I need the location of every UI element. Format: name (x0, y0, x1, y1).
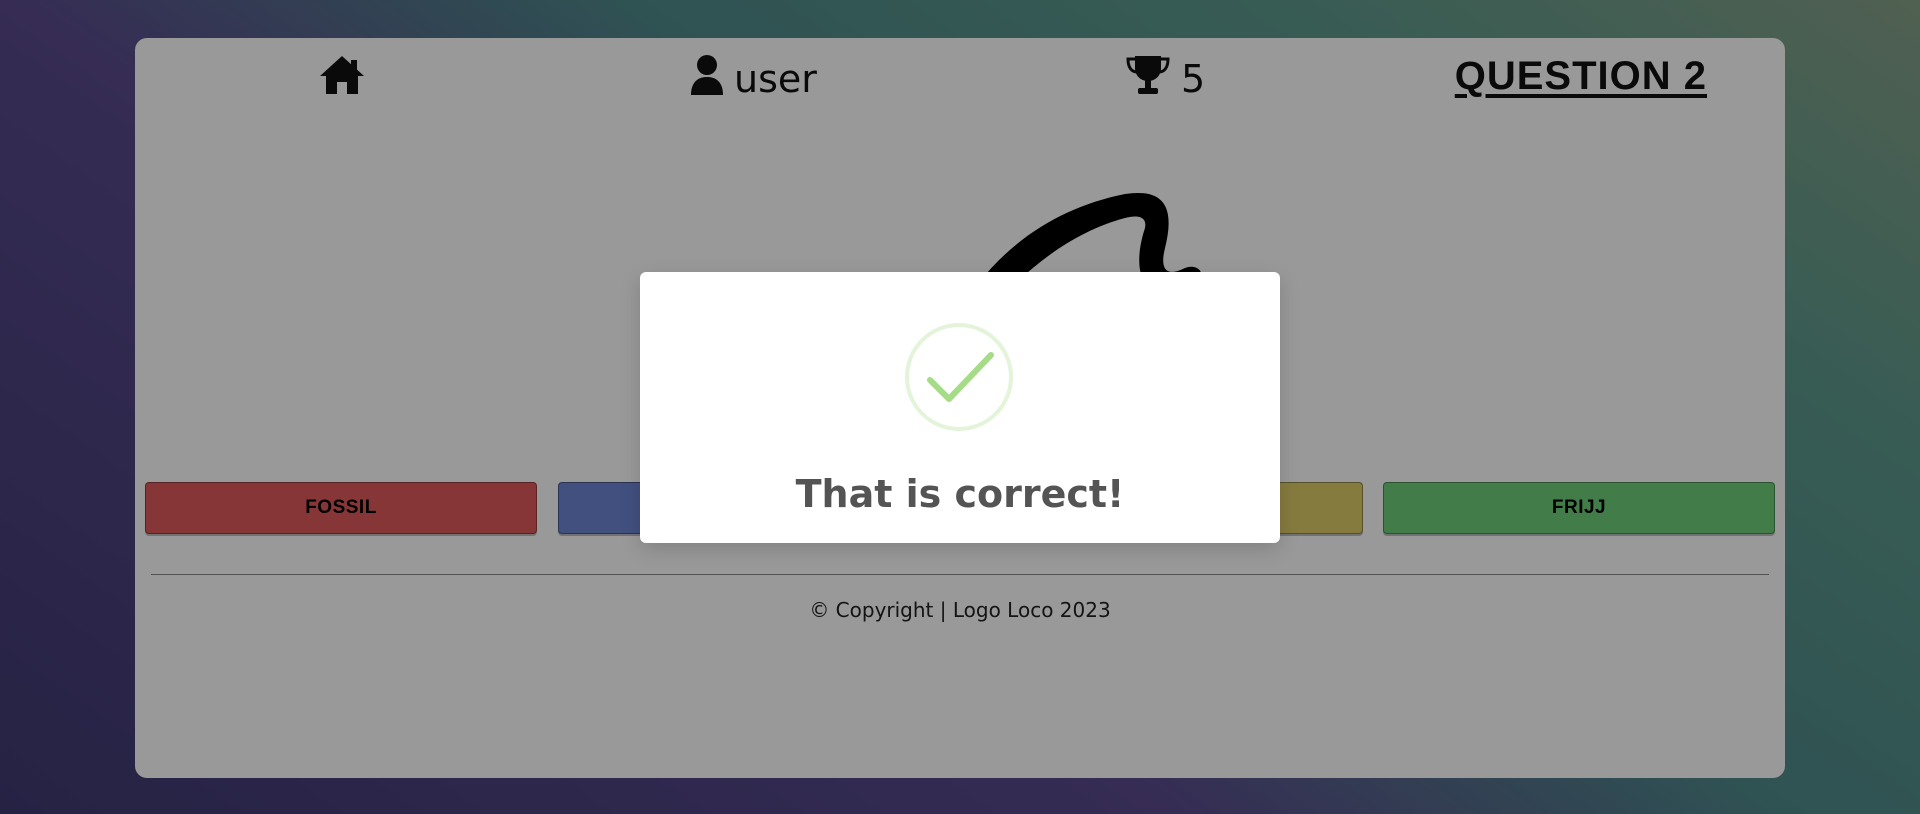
home-icon (318, 54, 366, 105)
username-label: user (734, 57, 817, 101)
home-link[interactable] (318, 54, 366, 105)
answer-button-4[interactable]: FRIJJ (1383, 482, 1775, 534)
footer-divider (151, 574, 1769, 575)
question-number: QUESTION 2 (1454, 54, 1707, 98)
trophy-icon (1125, 54, 1171, 105)
score-display: 5 (1125, 54, 1206, 105)
result-message: That is correct! (795, 472, 1125, 516)
user-profile[interactable]: user (690, 54, 817, 105)
success-check-icon (904, 322, 1014, 432)
footer-copyright: © Copyright | Logo Loco 2023 (809, 598, 1111, 622)
answer-button-1[interactable]: FOSSIL (145, 482, 537, 534)
top-navigation: user 5 QUESTION 2 (135, 38, 1785, 118)
score-value: 5 (1181, 57, 1206, 101)
user-icon (690, 54, 724, 105)
result-dialog: That is correct! (640, 272, 1280, 543)
